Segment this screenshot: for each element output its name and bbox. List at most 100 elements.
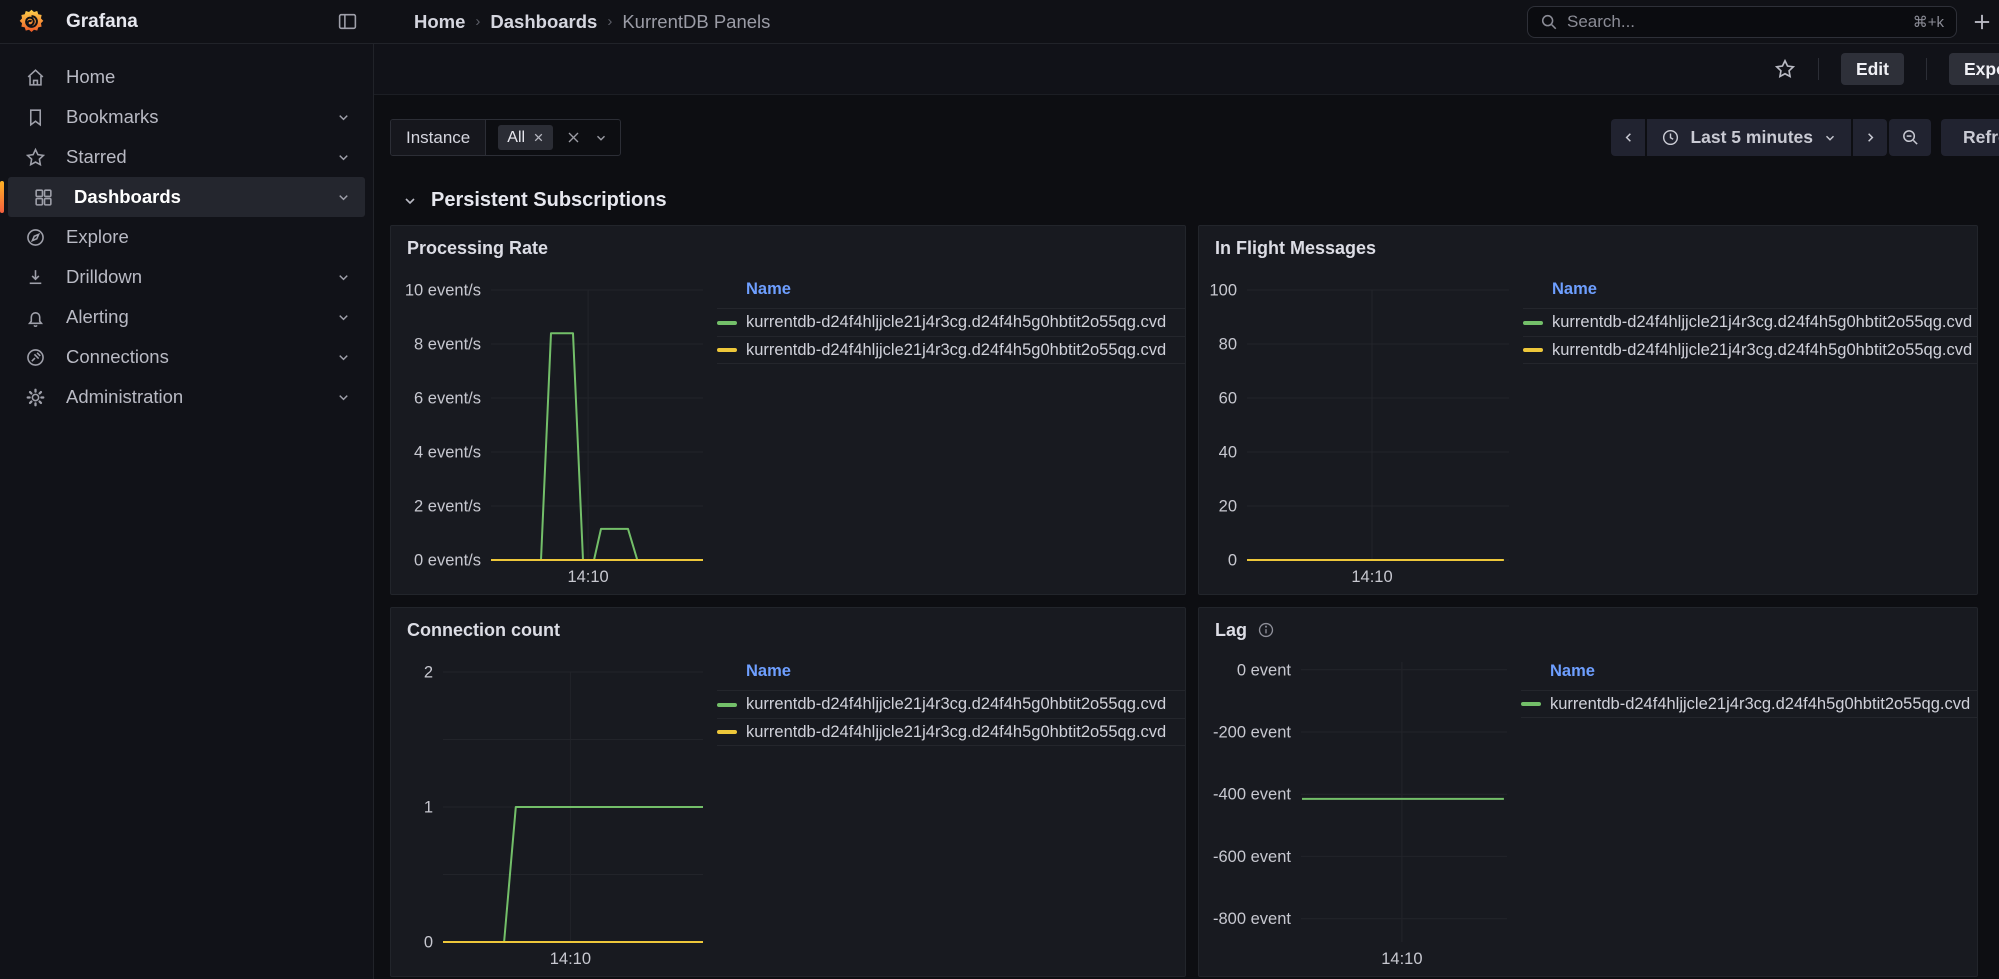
chip-remove-icon[interactable] — [533, 132, 544, 143]
breadcrumb-home[interactable]: Home — [414, 11, 465, 33]
legend: Name kurrentdb-d24f4hljjcle21j4r3cg.d24f… — [711, 652, 1185, 976]
legend-column-name[interactable]: Name — [1523, 280, 1977, 299]
breadcrumb-separator-icon: › — [607, 13, 612, 30]
panel-processing-rate: Processing Rate 10 event/s8 event/s6 eve… — [390, 225, 1186, 595]
brand-name: Grafana — [66, 11, 138, 33]
svg-text:14:10: 14:10 — [1351, 568, 1392, 586]
legend-column-name[interactable]: Name — [717, 280, 1185, 299]
refresh-button[interactable]: Refresh — [1941, 119, 1999, 156]
drilldown-icon — [25, 267, 47, 288]
filter-label[interactable]: Instance — [391, 120, 486, 155]
clock-icon — [1661, 128, 1680, 147]
chevron-down-icon[interactable] — [336, 110, 351, 125]
sidebar-item-drilldown[interactable]: Drilldown — [0, 257, 365, 297]
time-back-button[interactable] — [1611, 119, 1645, 156]
sidebar-item-label: Explore — [66, 226, 129, 248]
chevron-down-icon[interactable] — [336, 390, 351, 405]
sidebar-item-connections[interactable]: Connections — [0, 337, 365, 377]
legend-row: kurrentdb-d24f4hljjcle21j4r3cg.d24f4h5g0… — [717, 308, 1185, 336]
series-color-dash[interactable] — [1523, 348, 1543, 352]
filter-value-area[interactable]: All — [486, 120, 620, 155]
series-name[interactable]: kurrentdb-d24f4hljjcle21j4r3cg.d24f4h5g0… — [1552, 313, 1972, 332]
topnav-right: Search... ⌘+k — [1527, 6, 1999, 38]
series-color-dash[interactable] — [1523, 321, 1543, 325]
filter-clear-icon[interactable] — [566, 130, 581, 145]
svg-text:6 event/s: 6 event/s — [414, 390, 481, 408]
brand-area: Grafana — [0, 8, 374, 35]
breadcrumb: Home › Dashboards › KurrentDB Panels — [414, 11, 770, 33]
svg-text:1: 1 — [424, 799, 433, 817]
panel-body: 10080604020014:10 Name kurrentdb-d24f4hl… — [1199, 270, 1977, 594]
panel-connection-count: Connection count 21014:10 Name kurrentdb… — [390, 607, 1186, 977]
panel-body: 21014:10 Name kurrentdb-d24f4hljjcle21j4… — [391, 652, 1185, 976]
favorite-star-icon[interactable] — [1774, 58, 1796, 80]
series-color-dash[interactable] — [1521, 702, 1541, 706]
series-name[interactable]: kurrentdb-d24f4hljjcle21j4r3cg.d24f4h5g0… — [1550, 695, 1970, 714]
legend-column-name[interactable]: Name — [1521, 662, 1977, 681]
sidebar: Home Bookmarks Starred Dashb — [0, 44, 374, 979]
series-color-dash[interactable] — [717, 730, 737, 734]
series-color-dash[interactable] — [717, 703, 737, 707]
info-icon[interactable] — [1257, 621, 1275, 639]
svg-text:8 event/s: 8 event/s — [414, 336, 481, 354]
chevron-down-icon[interactable] — [336, 150, 351, 165]
sidebar-item-label: Administration — [66, 386, 183, 408]
sidebar-item-home[interactable]: Home — [0, 57, 365, 97]
sidebar-item-administration[interactable]: Administration — [0, 377, 365, 417]
panel-header[interactable]: Processing Rate — [391, 226, 1185, 270]
panel-lag: Lag 0 event-200 event-400 event-600 even… — [1198, 607, 1978, 977]
series-color-dash[interactable] — [717, 321, 737, 325]
section-persistent-subscriptions[interactable]: Persistent Subscriptions — [402, 189, 1999, 212]
time-range-button[interactable]: Last 5 minutes — [1647, 119, 1851, 156]
series-name[interactable]: kurrentdb-d24f4hljjcle21j4r3cg.d24f4h5g0… — [1552, 341, 1972, 360]
top-nav: Grafana Home › Dashboards › KurrentDB Pa… — [0, 0, 1999, 44]
panel-in-flight-messages: In Flight Messages 10080604020014:10 Nam… — [1198, 225, 1978, 595]
series-name[interactable]: kurrentdb-d24f4hljjcle21j4r3cg.d24f4h5g0… — [746, 313, 1166, 332]
chevron-down-icon[interactable] — [336, 190, 351, 205]
panel-header[interactable]: Lag — [1199, 608, 1977, 652]
sidebar-item-starred[interactable]: Starred — [0, 137, 365, 177]
time-picker-group: Last 5 minutes — [1611, 119, 1887, 156]
toolbar-divider — [1818, 58, 1819, 80]
sidebar-item-bookmarks[interactable]: Bookmarks — [0, 97, 365, 137]
chevron-down-icon[interactable] — [336, 310, 351, 325]
legend-row: kurrentdb-d24f4hljjcle21j4r3cg.d24f4h5g0… — [1521, 690, 1977, 718]
grafana-logo-icon[interactable] — [18, 8, 45, 35]
svg-text:2: 2 — [424, 664, 433, 682]
sidebar-item-label: Connections — [66, 346, 169, 368]
main-area: Edit Export Instance All — [374, 44, 1999, 979]
breadcrumb-dashboards[interactable]: Dashboards — [490, 11, 597, 33]
chevron-down-icon[interactable] — [336, 270, 351, 285]
sidebar-item-label: Bookmarks — [66, 106, 159, 128]
chevron-down-icon[interactable] — [336, 350, 351, 365]
sidebar-item-alerting[interactable]: Alerting — [0, 297, 365, 337]
timeseries-chart: 10 event/s8 event/s6 event/s4 event/s2 e… — [391, 270, 711, 594]
edit-button[interactable]: Edit — [1841, 53, 1904, 85]
panel-header[interactable]: Connection count — [391, 608, 1185, 652]
time-forward-button[interactable] — [1853, 119, 1887, 156]
svg-text:14:10: 14:10 — [1381, 950, 1422, 968]
add-icon[interactable] — [1971, 11, 1993, 33]
filter-caret-icon[interactable] — [594, 131, 608, 145]
legend-column-name[interactable]: Name — [717, 662, 1185, 681]
export-button[interactable]: Export — [1949, 53, 1999, 85]
dashboard-toolbar: Edit Export — [374, 44, 1999, 95]
filter-chip-all[interactable]: All — [498, 125, 553, 150]
svg-text:0 event: 0 event — [1237, 661, 1292, 679]
series-color-dash[interactable] — [717, 348, 737, 352]
svg-text:14:10: 14:10 — [550, 950, 591, 968]
series-name[interactable]: kurrentdb-d24f4hljjcle21j4r3cg.d24f4h5g0… — [746, 695, 1166, 714]
sidebar-item-dashboards[interactable]: Dashboards — [8, 177, 365, 217]
bookmark-icon — [25, 107, 47, 128]
panel-title: Lag — [1215, 620, 1247, 641]
series-name[interactable]: kurrentdb-d24f4hljjcle21j4r3cg.d24f4h5g0… — [746, 723, 1166, 742]
sidebar-item-explore[interactable]: Explore — [0, 217, 365, 257]
search-input[interactable]: Search... ⌘+k — [1527, 6, 1957, 38]
panel-header[interactable]: In Flight Messages — [1199, 226, 1977, 270]
dock-sidebar-icon[interactable] — [337, 11, 358, 32]
legend-row: kurrentdb-d24f4hljjcle21j4r3cg.d24f4h5g0… — [1523, 336, 1977, 364]
series-name[interactable]: kurrentdb-d24f4hljjcle21j4r3cg.d24f4h5g0… — [746, 341, 1166, 360]
svg-text:100: 100 — [1209, 282, 1237, 300]
zoom-out-button[interactable] — [1889, 119, 1931, 156]
svg-text:80: 80 — [1219, 336, 1237, 354]
